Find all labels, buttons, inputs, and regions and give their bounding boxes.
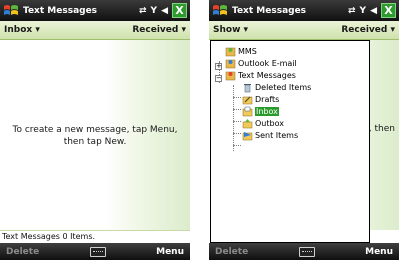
app-title: Text Messages	[232, 5, 307, 16]
menu-softkey[interactable]: Menu	[156, 247, 184, 257]
connectivity-icon[interactable]: ⇄	[348, 6, 356, 16]
drafts-folder-icon	[242, 96, 253, 104]
app-title: Text Messages	[23, 5, 98, 16]
folder-label: Sent Items	[255, 130, 299, 140]
folder-outlook-email[interactable]: Outlook E-mail	[225, 57, 297, 69]
trash-icon	[244, 83, 251, 92]
tree-connector	[233, 145, 241, 146]
folder-text-messages[interactable]: Text Messages	[225, 69, 296, 81]
sort-dropdown[interactable]: Received ▾	[341, 25, 395, 35]
keyboard-icon[interactable]	[89, 246, 106, 257]
folder-drafts[interactable]: Drafts	[242, 93, 279, 105]
message-list[interactable]: To create a new message, tap Menu, then …	[0, 40, 190, 230]
folder-dropdown[interactable]: Inbox ▾	[4, 25, 40, 35]
empty-list-message-partial: , then	[368, 124, 395, 134]
signal-icon[interactable]: Y	[151, 6, 158, 16]
tree-connector	[233, 109, 241, 110]
outlook-account-icon	[225, 59, 236, 68]
screen-inbox: Text Messages ⇄ Y ◀ X Inbox ▾ Received ▾…	[0, 0, 190, 260]
tree-connector	[233, 97, 241, 98]
folder-label: Drafts	[255, 94, 280, 104]
inbox-folder-icon	[242, 106, 253, 116]
folder-label: MMS	[238, 46, 257, 56]
close-button[interactable]: X	[172, 3, 187, 18]
folder-outbox[interactable]: Outbox	[242, 117, 284, 129]
status-icons: ⇄ Y ◀ X	[139, 3, 187, 18]
folder-label: Inbox	[255, 106, 279, 116]
title-bar: Text Messages ⇄ Y ◀ X	[0, 0, 190, 21]
folder-label: Outbox	[255, 118, 284, 128]
item-count-status: Text Messages 0 Items.	[0, 230, 190, 243]
folder-deleted-items[interactable]: Deleted Items	[242, 81, 311, 93]
list-header: Show ▾ Received ▾	[209, 21, 399, 40]
volume-icon[interactable]: ◀	[161, 6, 168, 16]
screen-folder-picker: Text Messages ⇄ Y ◀ X Show ▾ Received ▾ …	[209, 0, 399, 260]
tree-connector	[233, 121, 241, 122]
softkey-bar: Delete Menu	[209, 243, 399, 260]
windows-start-icon[interactable]	[2, 2, 20, 20]
mms-account-icon	[225, 47, 236, 56]
sort-dropdown[interactable]: Received ▾	[132, 25, 186, 35]
softkey-bar: Delete Menu	[0, 243, 190, 260]
connectivity-icon[interactable]: ⇄	[139, 6, 147, 16]
folder-label: Text Messages	[238, 70, 296, 80]
folder-inbox[interactable]: Inbox	[242, 105, 279, 117]
show-dropdown[interactable]: Show ▾	[213, 25, 248, 35]
signal-icon[interactable]: Y	[360, 6, 367, 16]
keyboard-icon[interactable]	[298, 246, 315, 257]
empty-list-message: To create a new message, tap Menu, then …	[12, 125, 178, 147]
text-messages-account-icon	[225, 71, 236, 80]
delete-softkey[interactable]: Delete	[6, 247, 39, 257]
delete-softkey[interactable]: Delete	[215, 247, 248, 257]
close-button[interactable]: X	[381, 3, 396, 18]
sent-folder-icon	[242, 131, 253, 140]
list-header: Inbox ▾ Received ▾	[0, 21, 190, 40]
menu-softkey[interactable]: Menu	[365, 247, 393, 257]
title-bar: Text Messages ⇄ Y ◀ X	[209, 0, 399, 21]
folder-sent-items[interactable]: Sent Items	[242, 129, 298, 141]
tree-connector	[233, 85, 234, 151]
status-icons: ⇄ Y ◀ X	[348, 3, 396, 18]
tree-connector	[233, 133, 241, 134]
folder-label: Outlook E-mail	[238, 58, 297, 68]
collapse-text-messages-toggle[interactable]: −	[215, 75, 222, 82]
outbox-folder-icon	[242, 118, 253, 128]
windows-start-icon[interactable]	[211, 2, 229, 20]
folder-label: Deleted Items	[255, 82, 312, 92]
folder-tree-popup[interactable]: + − MMS Outlook E-mail Text Messages Del…	[210, 40, 370, 243]
volume-icon[interactable]: ◀	[370, 6, 377, 16]
folder-mms[interactable]: MMS	[225, 45, 257, 57]
expand-outlook-toggle[interactable]: +	[215, 63, 222, 70]
